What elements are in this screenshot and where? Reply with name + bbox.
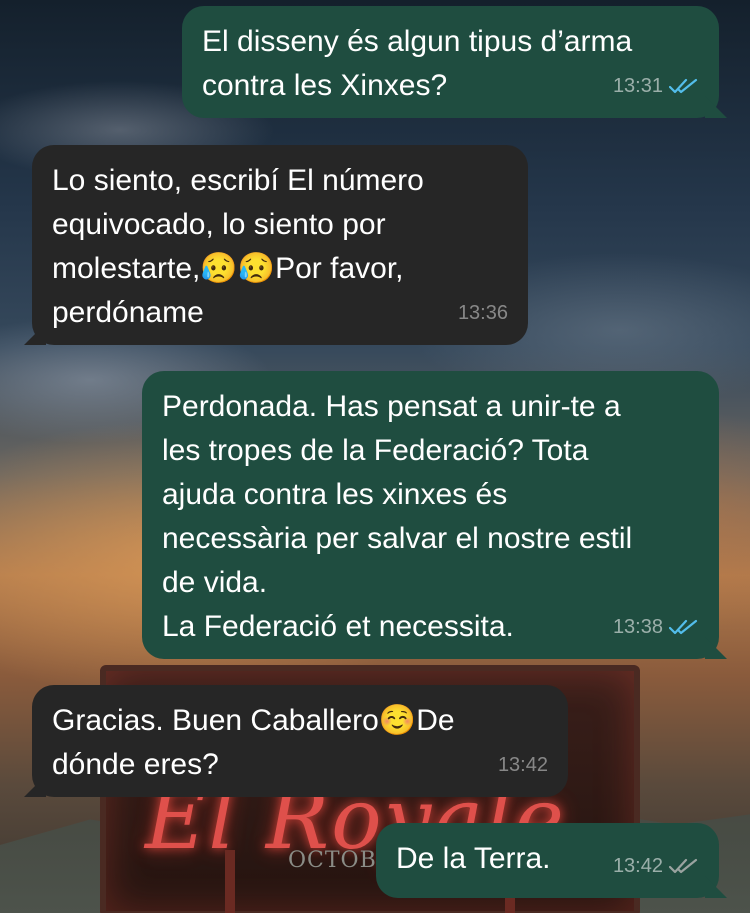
message-meta: 13:36 bbox=[458, 291, 508, 335]
outgoing-message[interactable]: El disseny és algun tipus d’arma contra … bbox=[182, 6, 727, 118]
read-receipt-icon bbox=[669, 78, 698, 94]
message-time: 13:31 bbox=[612, 75, 663, 97]
message-text: Lo siento, escribí El número equivocado,… bbox=[52, 164, 424, 329]
outgoing-message[interactable]: Perdonada. Has pensat a unir-te a les tr… bbox=[142, 371, 727, 659]
message-text: Gracias. Buen Caballero☺️De dónde eres? bbox=[52, 704, 455, 781]
incoming-message[interactable]: Gracias. Buen Caballero☺️De dónde eres? … bbox=[24, 685, 568, 797]
message-time: 13:36 bbox=[457, 302, 508, 324]
message-meta: 13:31 bbox=[613, 64, 699, 108]
message-meta: 13:38 bbox=[613, 605, 699, 649]
read-receipt-icon bbox=[669, 619, 698, 635]
message-time: 13:42 bbox=[497, 754, 548, 776]
message-meta: 13:42 bbox=[613, 844, 699, 888]
message-meta: 13:42 bbox=[498, 743, 548, 787]
incoming-message[interactable]: Lo siento, escribí El número equivocado,… bbox=[24, 145, 528, 345]
message-time: 13:38 bbox=[612, 616, 663, 638]
message-time: 13:42 bbox=[612, 855, 663, 877]
outgoing-message[interactable]: De la Terra. 13:42 bbox=[376, 823, 727, 898]
delivered-receipt-icon bbox=[669, 858, 698, 874]
wallpaper-sign-post bbox=[225, 850, 235, 913]
